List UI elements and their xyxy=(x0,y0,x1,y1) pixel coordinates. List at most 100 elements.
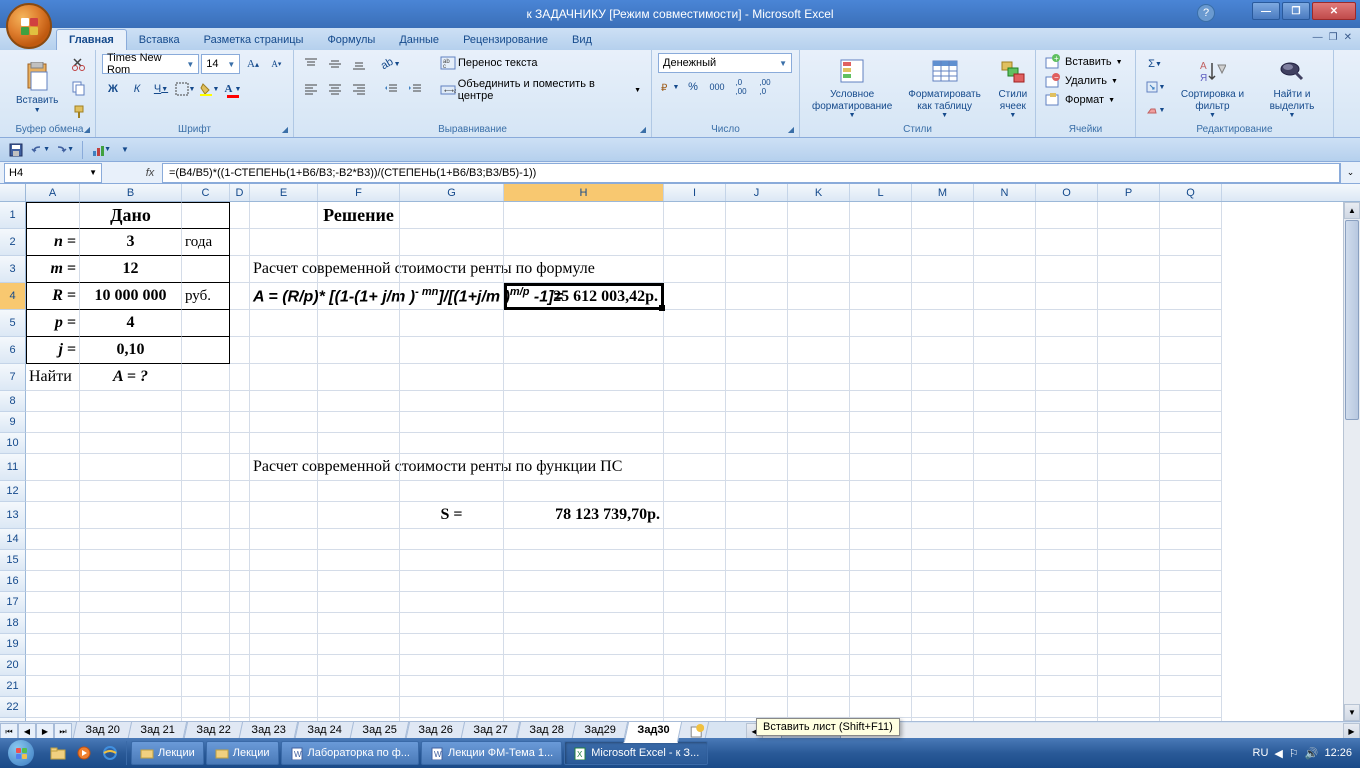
doc-minimize[interactable]: — xyxy=(1313,32,1323,43)
fx-button[interactable]: fx xyxy=(140,163,160,183)
save-button[interactable] xyxy=(6,140,26,160)
vertical-scrollbar[interactable]: ▲ ▼ xyxy=(1343,202,1360,721)
increase-indent-button[interactable] xyxy=(404,78,426,100)
col-header-P[interactable]: P xyxy=(1098,184,1160,201)
row-header-3[interactable]: 3 xyxy=(0,256,26,283)
cell-C2[interactable]: года xyxy=(182,229,230,256)
sheet-tab-active[interactable]: Зад30 xyxy=(623,721,682,743)
shrink-font-button[interactable]: A▾ xyxy=(266,53,287,75)
scroll-up-button[interactable]: ▲ xyxy=(1344,202,1360,219)
sort-filter-button[interactable]: AЯ Сортировка и фильтр ▼ xyxy=(1172,53,1253,123)
ql-explorer[interactable] xyxy=(46,741,70,765)
font-launcher[interactable]: ◢ xyxy=(279,123,291,135)
maximize-button[interactable]: ❐ xyxy=(1282,2,1310,20)
fill-color-button[interactable]: ▼ xyxy=(198,78,220,100)
worksheet-grid[interactable]: A B C D E F G H I J K L M N O P Q 1 Дано… xyxy=(0,184,1360,721)
cell-G13[interactable]: S = xyxy=(400,502,504,529)
col-header-N[interactable]: N xyxy=(974,184,1036,201)
cell-C4[interactable]: руб. xyxy=(182,283,230,310)
font-color-button[interactable]: A▼ xyxy=(222,78,244,100)
task-item[interactable]: WЛекции ФМ-Тема 1... xyxy=(421,741,562,765)
border-button[interactable]: ▼ xyxy=(174,78,196,100)
tab-data[interactable]: Данные xyxy=(387,30,451,50)
align-middle-button[interactable] xyxy=(324,53,346,75)
task-item[interactable]: WЛабораторка по ф... xyxy=(281,741,419,765)
italic-button[interactable]: К xyxy=(126,78,148,100)
task-item-active[interactable]: XMicrosoft Excel - к З... xyxy=(564,741,708,765)
align-right-button[interactable] xyxy=(348,78,370,100)
select-all-corner[interactable] xyxy=(0,184,26,201)
cell-C1[interactable] xyxy=(182,202,230,229)
decrease-indent-button[interactable] xyxy=(380,78,402,100)
cell-E1[interactable] xyxy=(250,202,318,229)
clear-button[interactable]: ▼ xyxy=(1142,99,1168,121)
wrap-text-button[interactable]: abc Перенос текста xyxy=(436,53,645,73)
format-painter-button[interactable] xyxy=(68,101,90,123)
tab-home[interactable]: Главная xyxy=(56,29,127,50)
doc-close[interactable]: ✕ xyxy=(1344,32,1352,43)
autosum-button[interactable]: Σ ▼ xyxy=(1142,53,1168,75)
clipboard-launcher[interactable]: ◢ xyxy=(81,123,93,135)
row-header-4[interactable]: 4 xyxy=(0,283,26,310)
decrease-decimal-button[interactable]: ,00,0 xyxy=(754,76,776,98)
task-item[interactable]: Лекции xyxy=(131,741,204,765)
formula-input[interactable]: =(B4/B5)*((1-СТЕПЕНЬ(1+B6/B3;-B2*B3))/(С… xyxy=(162,163,1340,183)
office-button[interactable] xyxy=(6,3,52,49)
cell-styles-button[interactable]: Стили ячеек ▼ xyxy=(991,53,1035,123)
col-header-O[interactable]: O xyxy=(1036,184,1098,201)
cell-B6[interactable]: 0,10 xyxy=(80,337,182,364)
tab-formulas[interactable]: Формулы xyxy=(315,30,387,50)
qat-chart-button[interactable]: ▼ xyxy=(91,140,111,160)
ql-wmp[interactable] xyxy=(72,741,96,765)
col-header-J[interactable]: J xyxy=(726,184,788,201)
cell-B1[interactable]: Дано xyxy=(80,202,182,229)
cell-G1[interactable] xyxy=(400,202,504,229)
increase-decimal-button[interactable]: ,0,00 xyxy=(730,76,752,98)
formula-expand[interactable]: ⌄ xyxy=(1340,163,1360,183)
undo-button[interactable]: ▼ xyxy=(30,140,50,160)
col-header-E[interactable]: E xyxy=(250,184,318,201)
bold-button[interactable]: Ж xyxy=(102,78,124,100)
row-header-2[interactable]: 2 xyxy=(0,229,26,256)
underline-button[interactable]: Ч ▼ xyxy=(150,78,172,100)
cell-B4[interactable]: 10 000 000 xyxy=(80,283,182,310)
find-select-button[interactable]: Найти и выделить ▼ xyxy=(1257,53,1327,123)
tray-icon[interactable]: ◀ xyxy=(1274,747,1282,760)
align-bottom-button[interactable] xyxy=(348,53,370,75)
cell-A7[interactable]: Найти xyxy=(26,364,80,391)
paste-button[interactable]: Вставить ▼ xyxy=(10,53,64,123)
help-button[interactable]: ? xyxy=(1197,4,1215,22)
scroll-down-button[interactable]: ▼ xyxy=(1344,704,1360,721)
language-indicator[interactable]: RU xyxy=(1253,747,1269,759)
comma-button[interactable]: 000 xyxy=(706,76,728,98)
font-name-combo[interactable]: Times New Rom▼ xyxy=(102,54,199,74)
tab-review[interactable]: Рецензирование xyxy=(451,30,560,50)
minimize-button[interactable]: — xyxy=(1252,2,1280,20)
cell-B2[interactable]: 3 xyxy=(80,229,182,256)
cell-H13[interactable]: 78 123 739,70р. xyxy=(504,502,664,529)
ql-ie[interactable] xyxy=(98,741,122,765)
align-top-button[interactable] xyxy=(300,53,322,75)
cell-H1[interactable] xyxy=(504,202,664,229)
cell-E3[interactable]: Расчет современной стоимости ренты по фо… xyxy=(250,256,318,283)
col-header-H[interactable]: H xyxy=(504,184,664,201)
task-item[interactable]: Лекции xyxy=(206,741,279,765)
row-header-6[interactable]: 6 xyxy=(0,337,26,364)
fill-button[interactable]: ▼ xyxy=(1142,76,1168,98)
cell-H4[interactable]: 25 612 003,42р. xyxy=(504,283,664,310)
orientation-button[interactable]: ab▼ xyxy=(380,53,402,75)
cell-E4[interactable]: A = (R/p)* [(1-(1+ j/m )- mn]/[(1+j/m )m… xyxy=(250,283,318,310)
insert-cells-button[interactable]: + Вставить▼ xyxy=(1042,53,1129,71)
col-header-K[interactable]: K xyxy=(788,184,850,201)
cut-button[interactable] xyxy=(68,53,90,75)
cell-A4[interactable]: R = xyxy=(26,283,80,310)
cell-B3[interactable]: 12 xyxy=(80,256,182,283)
grow-font-button[interactable]: A▴ xyxy=(242,53,263,75)
cell-A1[interactable] xyxy=(26,202,80,229)
number-format-combo[interactable]: Денежный▼ xyxy=(658,53,792,73)
currency-button[interactable]: ₽▼ xyxy=(658,76,680,98)
percent-button[interactable]: % xyxy=(682,76,704,98)
copy-button[interactable] xyxy=(68,77,90,99)
col-header-G[interactable]: G xyxy=(400,184,504,201)
row-header-1[interactable]: 1 xyxy=(0,202,26,229)
